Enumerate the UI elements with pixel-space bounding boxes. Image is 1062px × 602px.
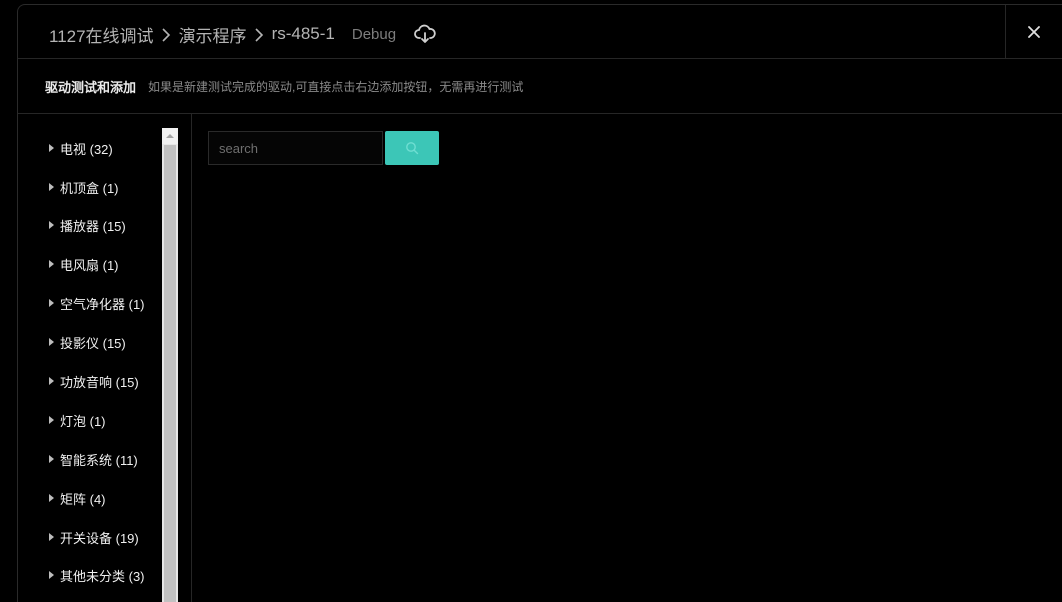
tree-item-label: 其他未分类 (3) xyxy=(60,568,145,584)
tree-item-other[interactable]: 其他未分类 (3) xyxy=(49,565,145,585)
tree-item-label: 开关设备 (19) xyxy=(60,530,139,546)
caret-right-icon xyxy=(49,494,54,502)
chevron-right-icon xyxy=(161,27,171,42)
section-title: 驱动测试和添加 xyxy=(45,79,137,95)
tree-item-amplifier[interactable]: 功放音响 (15) xyxy=(49,371,139,391)
caret-right-icon xyxy=(49,455,54,463)
tree-item-smart-system[interactable]: 智能系统 (11) xyxy=(49,449,138,469)
caret-right-icon xyxy=(49,533,54,541)
tree-item-label: 矩阵 (4) xyxy=(60,491,106,507)
tree-item-light-bulb[interactable]: 灯泡 (1) xyxy=(49,410,106,430)
breadcrumb: 1127在线调试 演示程序 rs-485-1 Debug xyxy=(49,22,436,46)
arrow-up-icon xyxy=(166,134,174,138)
breadcrumb-item-program[interactable]: 演示程序 xyxy=(179,22,247,47)
search-input[interactable] xyxy=(208,131,383,165)
tree-item-label: 功放音响 (15) xyxy=(60,374,139,390)
tree-item-tv[interactable]: 电视 (32) xyxy=(49,138,113,158)
caret-right-icon xyxy=(49,144,54,152)
tree-item-set-top-box[interactable]: 机顶盒 (1) xyxy=(49,177,119,197)
section-header: 驱动测试和添加 如果是新建测试完成的驱动,可直接点击右边添加按钮，无需再进行测试 xyxy=(18,59,1062,114)
caret-right-icon xyxy=(49,183,54,191)
caret-right-icon xyxy=(49,377,54,385)
breadcrumb-item-project[interactable]: 1127在线调试 xyxy=(49,22,154,47)
dialog-window: 1127在线调试 演示程序 rs-485-1 Debug 驱动测试和添加 如果是… xyxy=(17,4,1062,602)
scrollbar-thumb[interactable] xyxy=(164,145,176,602)
close-icon xyxy=(1028,25,1040,38)
tree-item-switch-device[interactable]: 开关设备 (19) xyxy=(49,527,139,547)
tree-item-label: 电风扇 (1) xyxy=(60,257,119,273)
caret-right-icon xyxy=(49,221,54,229)
caret-right-icon xyxy=(49,571,54,579)
tree-item-label: 智能系统 (11) xyxy=(60,452,138,468)
caret-right-icon xyxy=(49,338,54,346)
tree-item-player[interactable]: 播放器 (15) xyxy=(49,215,126,235)
cloud-sync-icon[interactable] xyxy=(414,24,436,44)
caret-right-icon xyxy=(49,260,54,268)
mode-label: Debug xyxy=(351,25,397,43)
close-button[interactable] xyxy=(1005,5,1062,58)
caret-right-icon xyxy=(49,299,54,307)
search-button[interactable] xyxy=(385,131,439,165)
dialog-header: 1127在线调试 演示程序 rs-485-1 Debug xyxy=(18,5,1062,59)
tree-item-air-purifier[interactable]: 空气净化器 (1) xyxy=(49,293,145,313)
tree-item-label: 灯泡 (1) xyxy=(60,413,106,429)
tree-item-projector[interactable]: 投影仪 (15) xyxy=(49,332,126,352)
tree-item-label: 电视 (32) xyxy=(60,141,113,157)
chevron-right-icon xyxy=(254,27,264,42)
caret-right-icon xyxy=(49,416,54,424)
breadcrumb-item-port[interactable]: rs-485-1 xyxy=(272,24,335,44)
tree-item-label: 机顶盒 (1) xyxy=(60,180,119,196)
tree-item-label: 播放器 (15) xyxy=(60,218,126,234)
sidebar-scrollbar[interactable] xyxy=(162,128,178,602)
tree-item-label: 投影仪 (15) xyxy=(60,335,126,351)
tree-item-matrix[interactable]: 矩阵 (4) xyxy=(49,488,106,508)
category-sidebar: 电视 (32) 机顶盒 (1) 播放器 (15) 电风扇 (1) 空气净化器 (… xyxy=(18,114,192,602)
search-icon xyxy=(406,142,419,155)
section-description: 如果是新建测试完成的驱动,可直接点击右边添加按钮，无需再进行测试 xyxy=(148,79,524,94)
tree-item-label: 空气净化器 (1) xyxy=(60,296,145,312)
scroll-up-button[interactable] xyxy=(162,128,178,144)
tree-item-fan[interactable]: 电风扇 (1) xyxy=(49,254,119,274)
